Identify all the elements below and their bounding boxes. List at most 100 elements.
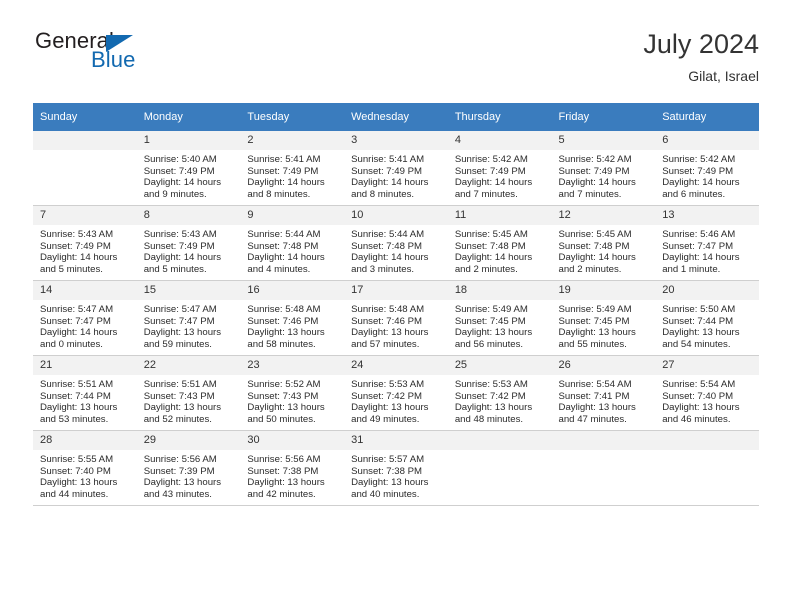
day-number: 15: [136, 281, 241, 300]
daylight-text-line1: Daylight: 14 hours: [662, 252, 740, 264]
sunset-text: Sunset: 7:48 PM: [454, 240, 526, 252]
day-cell[interactable]: 8 Sunrise: 5:43 AM Sunset: 7:49 PM Dayli…: [136, 205, 241, 281]
day-number: 4: [447, 131, 552, 150]
title-block: July 2024 Gilat, Israel: [643, 28, 759, 86]
sunrise-text: Sunrise: 5:56 AM: [143, 454, 217, 465]
day-number: 14: [33, 281, 137, 300]
day-cell[interactable]: 25 Sunrise: 5:53 AM Sunset: 7:42 PM Dayl…: [447, 355, 552, 431]
day-cell-empty: [655, 430, 759, 506]
sunrise-text: Sunrise: 5:45 AM: [558, 229, 632, 240]
daylight-text-line2: and 43 minutes.: [143, 488, 212, 500]
day-number: 9: [240, 206, 345, 225]
day-cell[interactable]: 11 Sunrise: 5:45 AM Sunset: 7:48 PM Dayl…: [447, 205, 552, 281]
daylight-text-line1: Daylight: 13 hours: [454, 402, 533, 414]
day-number: 13: [655, 206, 759, 225]
daylight-text-line2: and 57 minutes.: [351, 338, 420, 350]
sunset-text: Sunset: 7:47 PM: [40, 315, 111, 327]
weekday-header-saturday: Saturday: [655, 103, 759, 131]
sunset-text: Sunset: 7:45 PM: [558, 315, 630, 327]
day-details: Sunrise: 5:49 AM Sunset: 7:45 PM Dayligh…: [448, 300, 552, 350]
day-cell[interactable]: 7 Sunrise: 5:43 AM Sunset: 7:49 PM Dayli…: [33, 205, 137, 281]
sunset-text: Sunset: 7:49 PM: [454, 165, 526, 177]
day-cell[interactable]: 23 Sunrise: 5:52 AM Sunset: 7:43 PM Dayl…: [240, 355, 345, 431]
day-cell[interactable]: 29 Sunrise: 5:56 AM Sunset: 7:39 PM Dayl…: [136, 430, 241, 506]
day-cell[interactable]: 24 Sunrise: 5:53 AM Sunset: 7:42 PM Dayl…: [344, 355, 448, 431]
daylight-text-line2: and 1 minute.: [662, 263, 721, 275]
sunrise-text: Sunrise: 5:47 AM: [143, 304, 217, 315]
week-row: 28 Sunrise: 5:55 AM Sunset: 7:40 PM Dayl…: [33, 430, 759, 506]
sunrise-text: Sunrise: 5:54 AM: [558, 379, 632, 390]
daylight-text-line2: and 9 minutes.: [143, 188, 207, 200]
sunrise-text: Sunrise: 5:56 AM: [247, 454, 321, 465]
sunset-text: Sunset: 7:47 PM: [662, 240, 734, 252]
sunrise-text: Sunrise: 5:57 AM: [351, 454, 425, 465]
daylight-text-line2: and 42 minutes.: [247, 488, 316, 500]
daylight-text-line1: Daylight: 14 hours: [351, 177, 429, 189]
daylight-text-line1: Daylight: 13 hours: [558, 402, 636, 414]
day-number: 23: [240, 356, 345, 375]
day-number: 12: [551, 206, 656, 225]
day-cell[interactable]: 14 Sunrise: 5:47 AM Sunset: 7:47 PM Dayl…: [33, 280, 137, 356]
daylight-text-line1: Daylight: 13 hours: [662, 327, 740, 339]
week-row: 7 Sunrise: 5:43 AM Sunset: 7:49 PM Dayli…: [33, 205, 759, 281]
day-cell[interactable]: 4 Sunrise: 5:42 AM Sunset: 7:49 PM Dayli…: [447, 131, 552, 206]
day-cell[interactable]: 27 Sunrise: 5:54 AM Sunset: 7:40 PM Dayl…: [655, 355, 759, 431]
day-cell[interactable]: 12 Sunrise: 5:45 AM Sunset: 7:48 PM Dayl…: [551, 205, 656, 281]
day-cell-empty: [33, 131, 137, 206]
weekday-header-friday: Friday: [551, 103, 656, 131]
day-details: Sunrise: 5:45 AM Sunset: 7:48 PM Dayligh…: [448, 225, 552, 275]
daylight-text-line1: Daylight: 14 hours: [143, 177, 222, 189]
day-cell[interactable]: 28 Sunrise: 5:55 AM Sunset: 7:40 PM Dayl…: [33, 430, 137, 506]
day-cell[interactable]: 3 Sunrise: 5:41 AM Sunset: 7:49 PM Dayli…: [344, 131, 448, 206]
day-cell[interactable]: 31 Sunrise: 5:57 AM Sunset: 7:38 PM Dayl…: [344, 430, 448, 506]
daylight-text-line2: and 40 minutes.: [351, 488, 420, 500]
day-details: Sunrise: 5:44 AM Sunset: 7:48 PM Dayligh…: [240, 225, 344, 275]
day-cell[interactable]: 21 Sunrise: 5:51 AM Sunset: 7:44 PM Dayl…: [33, 355, 137, 431]
day-cell[interactable]: 13 Sunrise: 5:46 AM Sunset: 7:47 PM Dayl…: [655, 205, 759, 281]
daylight-text-line2: and 54 minutes.: [662, 338, 731, 350]
day-cell[interactable]: 26 Sunrise: 5:54 AM Sunset: 7:41 PM Dayl…: [551, 355, 656, 431]
weekday-header-tuesday: Tuesday: [240, 103, 345, 131]
day-number: 18: [447, 281, 552, 300]
day-number: 1: [136, 131, 241, 150]
day-number: 5: [551, 131, 656, 150]
sunrise-text: Sunrise: 5:55 AM: [40, 454, 114, 465]
day-cell[interactable]: 9 Sunrise: 5:44 AM Sunset: 7:48 PM Dayli…: [240, 205, 345, 281]
daylight-text-line2: and 3 minutes.: [351, 263, 415, 275]
day-cell[interactable]: 1 Sunrise: 5:40 AM Sunset: 7:49 PM Dayli…: [136, 131, 241, 206]
daylight-text-line1: Daylight: 13 hours: [662, 402, 740, 414]
day-number: 19: [551, 281, 656, 300]
day-details: Sunrise: 5:56 AM Sunset: 7:39 PM Dayligh…: [137, 450, 241, 500]
day-details: Sunrise: 5:43 AM Sunset: 7:49 PM Dayligh…: [33, 225, 137, 275]
day-number: 30: [240, 431, 345, 450]
daylight-text-line1: Daylight: 13 hours: [351, 477, 429, 489]
day-number: [33, 131, 137, 150]
weekday-header-wednesday: Wednesday: [344, 103, 448, 131]
sunset-text: Sunset: 7:44 PM: [40, 390, 111, 402]
day-cell[interactable]: 22 Sunrise: 5:51 AM Sunset: 7:43 PM Dayl…: [136, 355, 241, 431]
day-number: 6: [655, 131, 759, 150]
day-cell[interactable]: 18 Sunrise: 5:49 AM Sunset: 7:45 PM Dayl…: [447, 280, 552, 356]
location-subtitle: Gilat, Israel: [688, 68, 759, 84]
sunset-text: Sunset: 7:43 PM: [247, 390, 319, 402]
day-cell[interactable]: 16 Sunrise: 5:48 AM Sunset: 7:46 PM Dayl…: [240, 280, 345, 356]
day-cell[interactable]: 19 Sunrise: 5:49 AM Sunset: 7:45 PM Dayl…: [551, 280, 656, 356]
daylight-text-line1: Daylight: 13 hours: [351, 327, 429, 339]
day-number: 21: [33, 356, 137, 375]
day-cell[interactable]: 15 Sunrise: 5:47 AM Sunset: 7:47 PM Dayl…: [136, 280, 241, 356]
day-number: [655, 431, 759, 450]
day-cell[interactable]: 17 Sunrise: 5:48 AM Sunset: 7:46 PM Dayl…: [344, 280, 448, 356]
day-details: Sunrise: 5:42 AM Sunset: 7:49 PM Dayligh…: [448, 150, 552, 200]
day-cell[interactable]: 20 Sunrise: 5:50 AM Sunset: 7:44 PM Dayl…: [655, 280, 759, 356]
day-cell[interactable]: 5 Sunrise: 5:42 AM Sunset: 7:49 PM Dayli…: [551, 131, 656, 206]
daylight-text-line1: Daylight: 13 hours: [40, 402, 118, 414]
day-cell[interactable]: 6 Sunrise: 5:42 AM Sunset: 7:49 PM Dayli…: [655, 131, 759, 206]
day-cell[interactable]: 30 Sunrise: 5:56 AM Sunset: 7:38 PM Dayl…: [240, 430, 345, 506]
day-cell[interactable]: 10 Sunrise: 5:44 AM Sunset: 7:48 PM Dayl…: [344, 205, 448, 281]
day-details: Sunrise: 5:41 AM Sunset: 7:49 PM Dayligh…: [344, 150, 448, 200]
daylight-text-line2: and 55 minutes.: [558, 338, 627, 350]
day-cell[interactable]: 2 Sunrise: 5:41 AM Sunset: 7:49 PM Dayli…: [240, 131, 345, 206]
sunset-text: Sunset: 7:46 PM: [247, 315, 319, 327]
sunset-text: Sunset: 7:49 PM: [143, 240, 215, 252]
day-details: Sunrise: 5:54 AM Sunset: 7:40 PM Dayligh…: [655, 375, 759, 425]
